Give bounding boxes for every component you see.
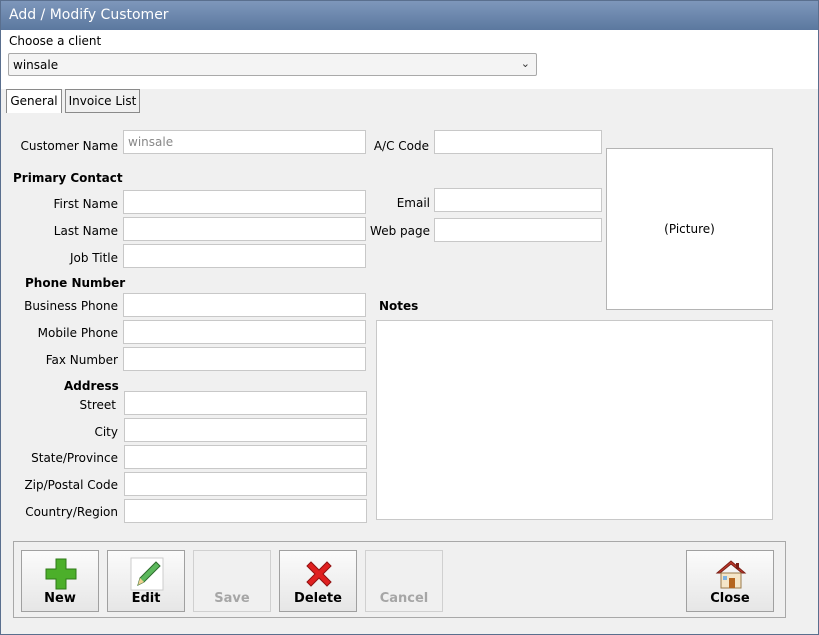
city-label: City [94,425,118,439]
tab-general[interactable]: General [6,89,62,114]
notes-heading: Notes [379,299,419,313]
web-page-label: Web page [370,224,430,238]
web-page-input[interactable] [434,218,602,242]
city-input[interactable] [124,418,367,442]
close-button-label: Close [710,591,750,606]
customer-name-input[interactable]: winsale [123,130,366,154]
state-input[interactable] [124,445,367,469]
first-name-label: First Name [53,197,118,211]
edit-button[interactable]: Edit [107,550,185,612]
mobile-phone-input[interactable] [123,320,366,344]
address-heading: Address [64,379,119,393]
window-title: Add / Modify Customer [1,1,818,30]
delete-button[interactable]: Delete [279,550,357,612]
fax-number-label: Fax Number [45,353,118,367]
save-button-label: Save [214,591,250,606]
last-name-label: Last Name [53,224,118,238]
job-title-input[interactable] [123,244,366,268]
customer-picture[interactable]: (Picture) [606,148,773,310]
customer-name-label: Customer Name [20,139,118,153]
client-chooser-panel: Choose a client winsale ⌄ [1,30,818,89]
chevron-down-icon: ⌄ [520,57,530,70]
cancel-button-label: Cancel [379,591,429,606]
new-button-label: New [44,591,76,606]
new-button[interactable]: New [21,550,99,612]
client-select[interactable]: winsale ⌄ [8,53,537,76]
email-label: Email [396,196,430,210]
edit-button-label: Edit [131,591,161,606]
delete-button-label: Delete [294,591,342,606]
red-x-icon [306,561,332,587]
phone-number-heading: Phone Number [25,276,126,290]
first-name-input[interactable] [123,190,366,214]
job-title-label: Job Title [69,251,118,265]
state-label: State/Province [31,451,118,465]
customer-window: Add / Modify Customer Choose a client wi… [0,0,819,635]
street-input[interactable] [124,391,367,415]
fax-number-input[interactable] [123,347,366,371]
tab-invoice-list[interactable]: Invoice List [65,89,140,113]
ac-code-input[interactable] [434,130,602,154]
save-button[interactable]: Save [193,550,271,612]
primary-contact-heading: Primary Contact [13,171,123,185]
business-phone-label: Business Phone [24,299,118,313]
street-label: Street [79,398,116,412]
country-input[interactable] [124,499,367,523]
country-label: Country/Region [25,505,118,519]
client-select-value: winsale [13,58,59,72]
zip-input[interactable] [124,472,367,496]
pencil-icon [130,557,164,591]
plus-icon [45,558,77,590]
picture-placeholder-label: (Picture) [664,222,715,236]
choose-client-label: Choose a client [9,34,102,48]
cancel-button[interactable]: Cancel [365,550,443,612]
mobile-phone-label: Mobile Phone [37,326,118,340]
business-phone-input[interactable] [123,293,366,317]
email-input[interactable] [434,188,602,212]
zip-label: Zip/Postal Code [24,478,118,492]
house-icon [715,560,747,589]
notes-textarea[interactable] [376,320,773,520]
last-name-input[interactable] [123,217,366,241]
ac-code-label: A/C Code [373,139,429,153]
close-button[interactable]: Close [686,550,774,612]
action-toolbar: New Edit Save Delete Cancel Close [13,541,786,618]
